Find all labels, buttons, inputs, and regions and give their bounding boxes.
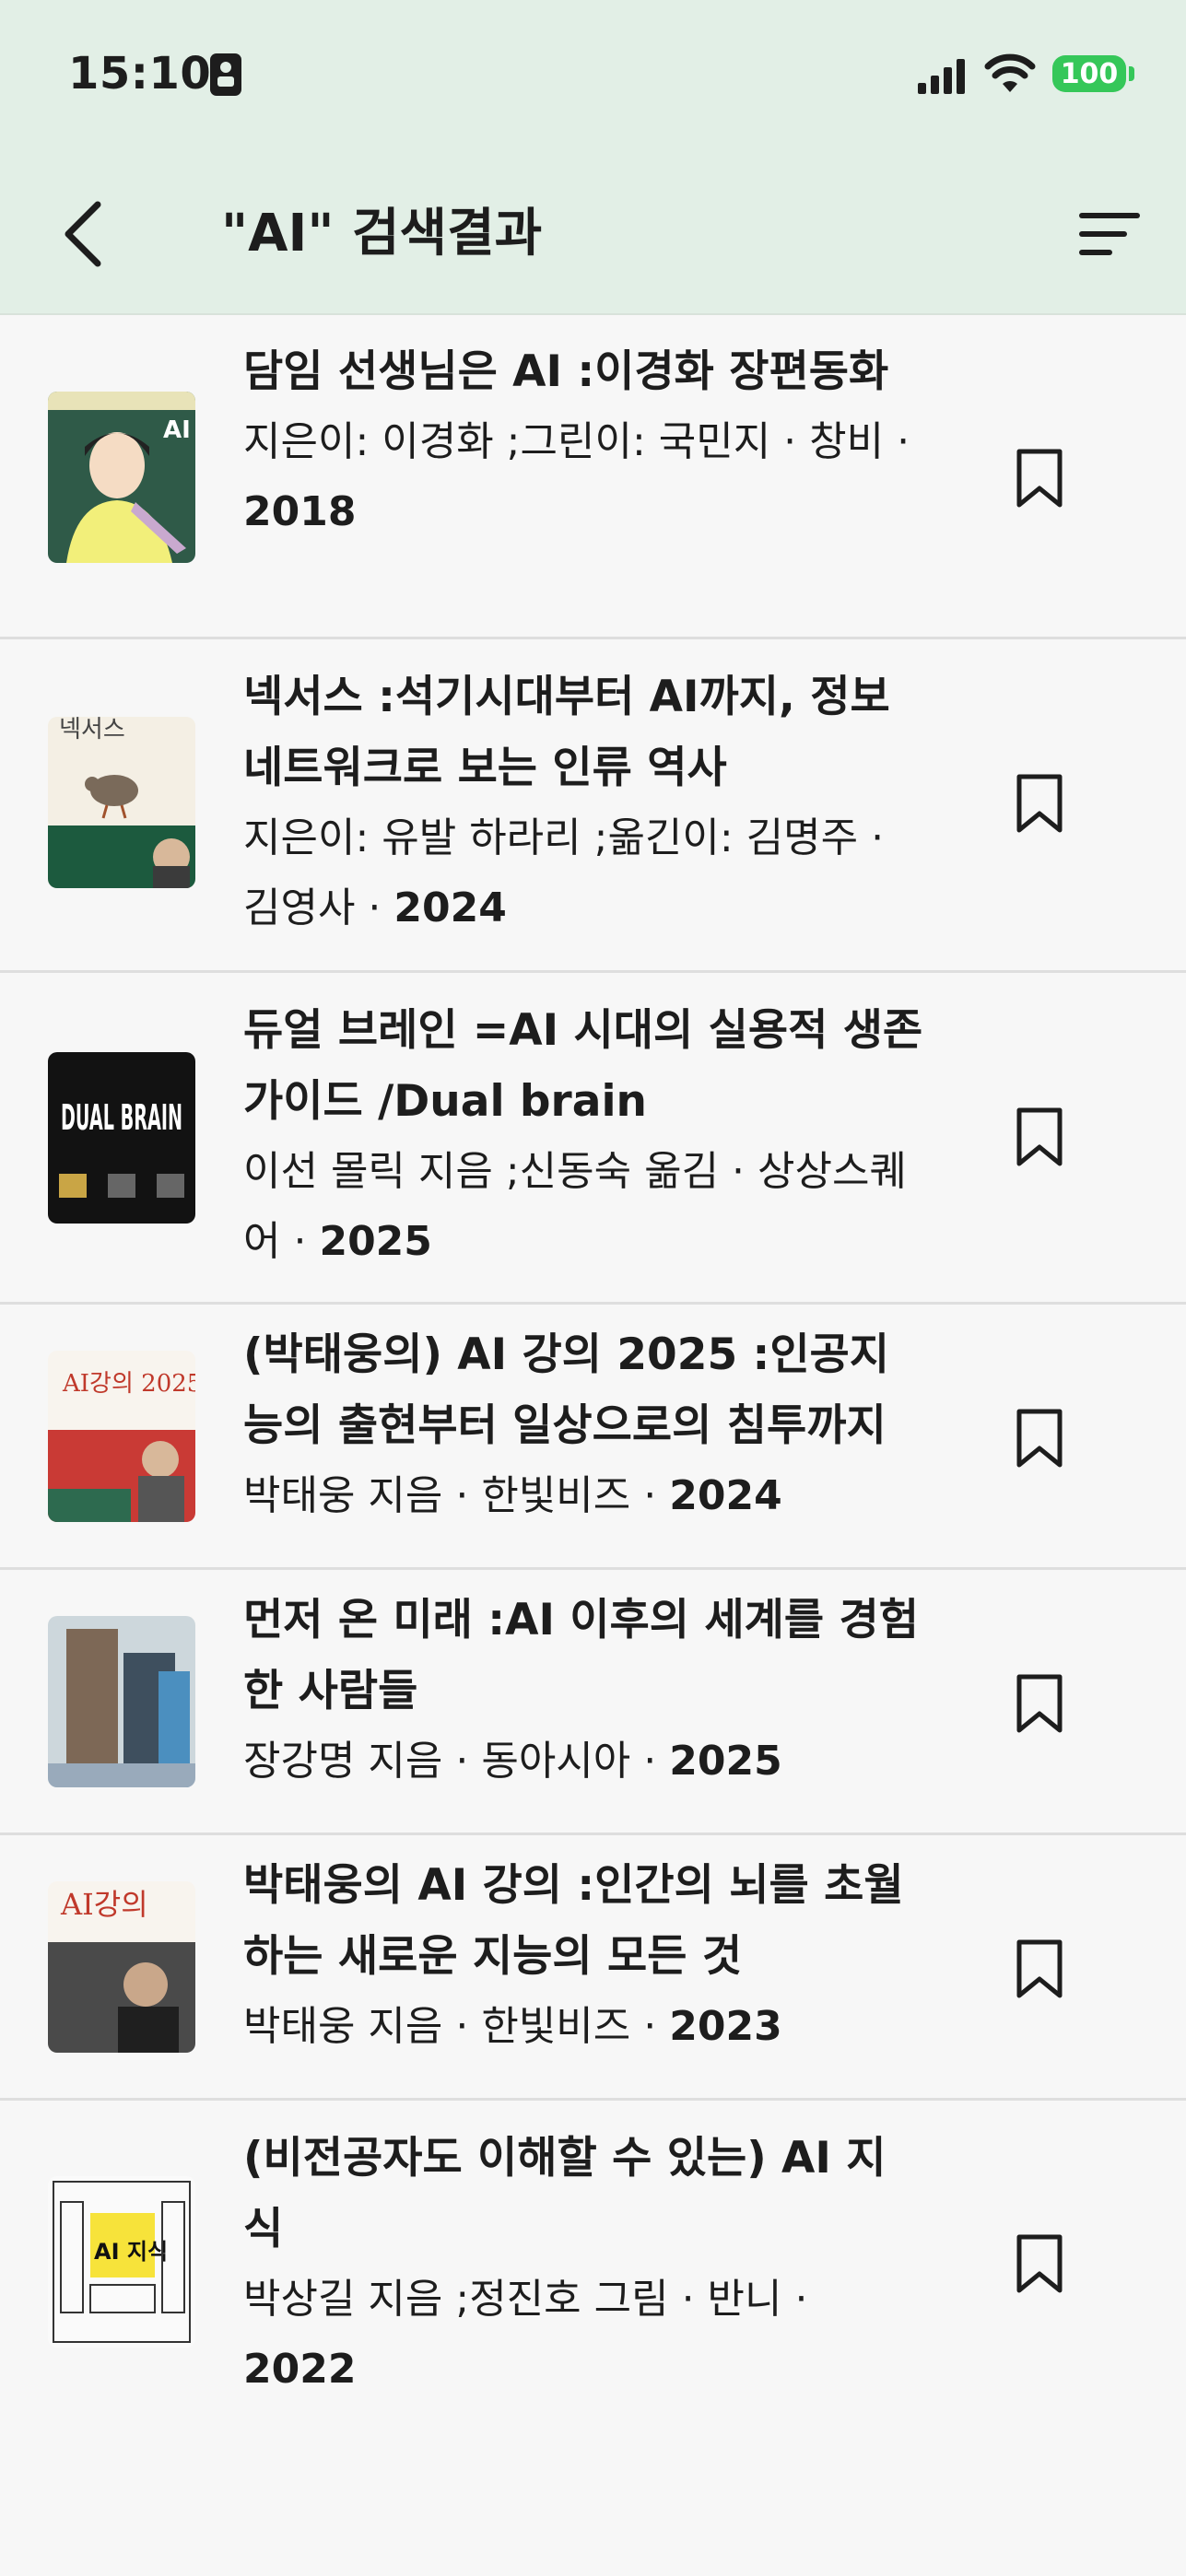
book-meta: 박태웅 지음 · 한빛비즈 · 2023 <box>243 1992 925 2062</box>
book-title: 넥서스 :석기시대부터 AI까지, 정보 네트워크로 보는 인류 역사 <box>243 672 890 793</box>
book-title: 담임 선생님은 AI :이경화 장편동화 <box>243 346 889 397</box>
result-item[interactable]: 먼저 온 미래 :AI 이후의 세계를 경험한 사람들 장강명 지음 · 동아시… <box>0 1570 1186 1835</box>
svg-text:AI강의 2025: AI강의 2025 <box>62 1370 195 1398</box>
author-publisher: 박태웅 지음 · 한빛비즈 · <box>243 2003 670 2050</box>
result-item[interactable]: AI강의 박태웅의 AI 강의 :인간의 뇌를 초월하는 새로운 지능의 모든 … <box>0 1835 1186 2101</box>
publish-year: 2024 <box>669 1472 782 1519</box>
book-cover: AI강의 <box>48 1881 195 2053</box>
book-meta: 박태웅 지음 · 한빛비즈 · 2024 <box>243 1461 925 1531</box>
wifi-icon <box>984 53 1036 92</box>
svg-text:AI강의: AI강의 <box>60 1887 148 1922</box>
result-item[interactable]: DUAL BRAIN 듀얼 브레인 =AI 시대의 실용적 생존 가이드 /Du… <box>0 973 1186 1305</box>
result-info: 듀얼 브레인 =AI 시대의 실용적 생존 가이드 /Dual brain 이선… <box>243 995 925 1277</box>
result-item[interactable]: AI 담임 선생님은 AI :이경화 장편동화 지은이: 이경화 ;그린이: 국… <box>0 314 1186 639</box>
bookmark-icon[interactable] <box>1014 448 1065 509</box>
book-cover: 넥서스 <box>48 717 195 888</box>
book-meta: 이선 몰릭 지음 ;신동숙 옮김 · 상상스퀘어 · 2025 <box>243 1137 925 1277</box>
book-title: (박태웅의) AI 강의 2025 :인공지능의 출현부터 일상으로의 침투까지 <box>243 1329 890 1451</box>
book-title: 듀얼 브레인 =AI 시대의 실용적 생존 가이드 /Dual brain <box>243 1005 923 1127</box>
book-meta: 박상길 지음 ;정진호 그림 · 반니 · 2022 <box>243 2265 925 2405</box>
result-item[interactable]: AI 지식 (비전공자도 이해할 수 있는) AI 지식 박상길 지음 ;정진호… <box>0 2101 1186 2425</box>
book-cover: AI 지식 <box>48 2176 195 2348</box>
book-cover: DUAL BRAIN <box>48 1052 195 1224</box>
bookmark-icon[interactable] <box>1014 1938 1065 1999</box>
book-cover: AI강의 2025 <box>48 1351 195 1522</box>
bookmark-icon[interactable] <box>1014 1673 1065 1734</box>
publish-year: 2023 <box>669 2003 782 2050</box>
bookmark-icon[interactable] <box>1014 773 1065 834</box>
sort-filter-button[interactable] <box>1076 205 1143 263</box>
battery-indicator: 100 <box>1052 55 1126 92</box>
result-info: (박태웅의) AI 강의 2025 :인공지능의 출현부터 일상으로의 침투까지… <box>243 1319 925 1531</box>
publish-year: 2024 <box>393 884 507 931</box>
status-time: 15:10 <box>68 48 212 100</box>
publish-year: 2018 <box>243 488 357 535</box>
result-item[interactable]: AI강의 2025 (박태웅의) AI 강의 2025 :인공지능의 출현부터 … <box>0 1305 1186 1570</box>
author-publisher: 박태웅 지음 · 한빛비즈 · <box>243 1472 670 1519</box>
back-button[interactable] <box>53 197 118 271</box>
page-title: "AI" 검색결과 <box>221 204 543 263</box>
result-info: (비전공자도 이해할 수 있는) AI 지식 박상길 지음 ;정진호 그림 · … <box>243 2123 925 2405</box>
book-title: 박태웅의 AI 강의 :인간의 뇌를 초월하는 새로운 지능의 모든 것 <box>243 1860 904 1982</box>
book-cover <box>48 1616 195 1787</box>
top-app-bar: "AI" 검색결과 <box>0 157 1186 315</box>
book-title: 먼저 온 미래 :AI 이후의 세계를 경험한 사람들 <box>243 1595 919 1716</box>
publish-year: 2025 <box>669 1738 782 1785</box>
publish-year: 2022 <box>243 2346 357 2393</box>
result-info: 먼저 온 미래 :AI 이후의 세계를 경험한 사람들 장강명 지음 · 동아시… <box>243 1585 925 1797</box>
book-meta: 장강명 지음 · 동아시아 · 2025 <box>243 1727 925 1797</box>
author-publisher: 장강명 지음 · 동아시아 · <box>243 1738 670 1785</box>
result-info: 넥서스 :석기시대부터 AI까지, 정보 네트워크로 보는 인류 역사 지은이:… <box>243 662 925 943</box>
author-publisher: 박상길 지음 ;정진호 그림 · 반니 · <box>243 2276 808 2323</box>
result-item[interactable]: 넥서스 넥서스 :석기시대부터 AI까지, 정보 네트워크로 보는 인류 역사 … <box>0 639 1186 973</box>
search-results-list: AI 담임 선생님은 AI :이경화 장편동화 지은이: 이경화 ;그린이: 국… <box>0 314 1186 2425</box>
svg-text:AI 지식: AI 지식 <box>94 2239 168 2265</box>
status-bar: 15:10 100 <box>0 0 1186 157</box>
book-title: (비전공자도 이해할 수 있는) AI 지식 <box>243 2133 887 2254</box>
book-meta: 지은이: 유발 하라리 ;옮긴이: 김명주 · 김영사 · 2024 <box>243 803 925 943</box>
bookmark-icon[interactable] <box>1014 1107 1065 1167</box>
svg-text:AI: AI <box>163 416 191 444</box>
publish-year: 2025 <box>319 1218 432 1265</box>
book-cover: AI <box>48 392 195 563</box>
signal-icon <box>918 59 965 94</box>
result-info: 담임 선생님은 AI :이경화 장편동화 지은이: 이경화 ;그린이: 국민지 … <box>243 336 925 547</box>
battery-nub <box>1129 66 1134 81</box>
lock-icon <box>210 53 241 96</box>
result-info: 박태웅의 AI 강의 :인간의 뇌를 초월하는 새로운 지능의 모든 것 박태웅… <box>243 1850 925 2062</box>
author-publisher: 지은이: 이경화 ;그린이: 국민지 · 창비 · <box>243 418 910 465</box>
svg-text:넥서스: 넥서스 <box>59 717 125 744</box>
book-meta: 지은이: 이경화 ;그린이: 국민지 · 창비 · 2018 <box>243 407 925 547</box>
svg-text:DUAL BRAIN: DUAL BRAIN <box>61 1097 182 1138</box>
bookmark-icon[interactable] <box>1014 1408 1065 1469</box>
bookmark-icon[interactable] <box>1014 2233 1065 2294</box>
author-publisher: 지은이: 유발 하라리 ;옮긴이: 김명주 · 김영사 · <box>243 814 885 931</box>
